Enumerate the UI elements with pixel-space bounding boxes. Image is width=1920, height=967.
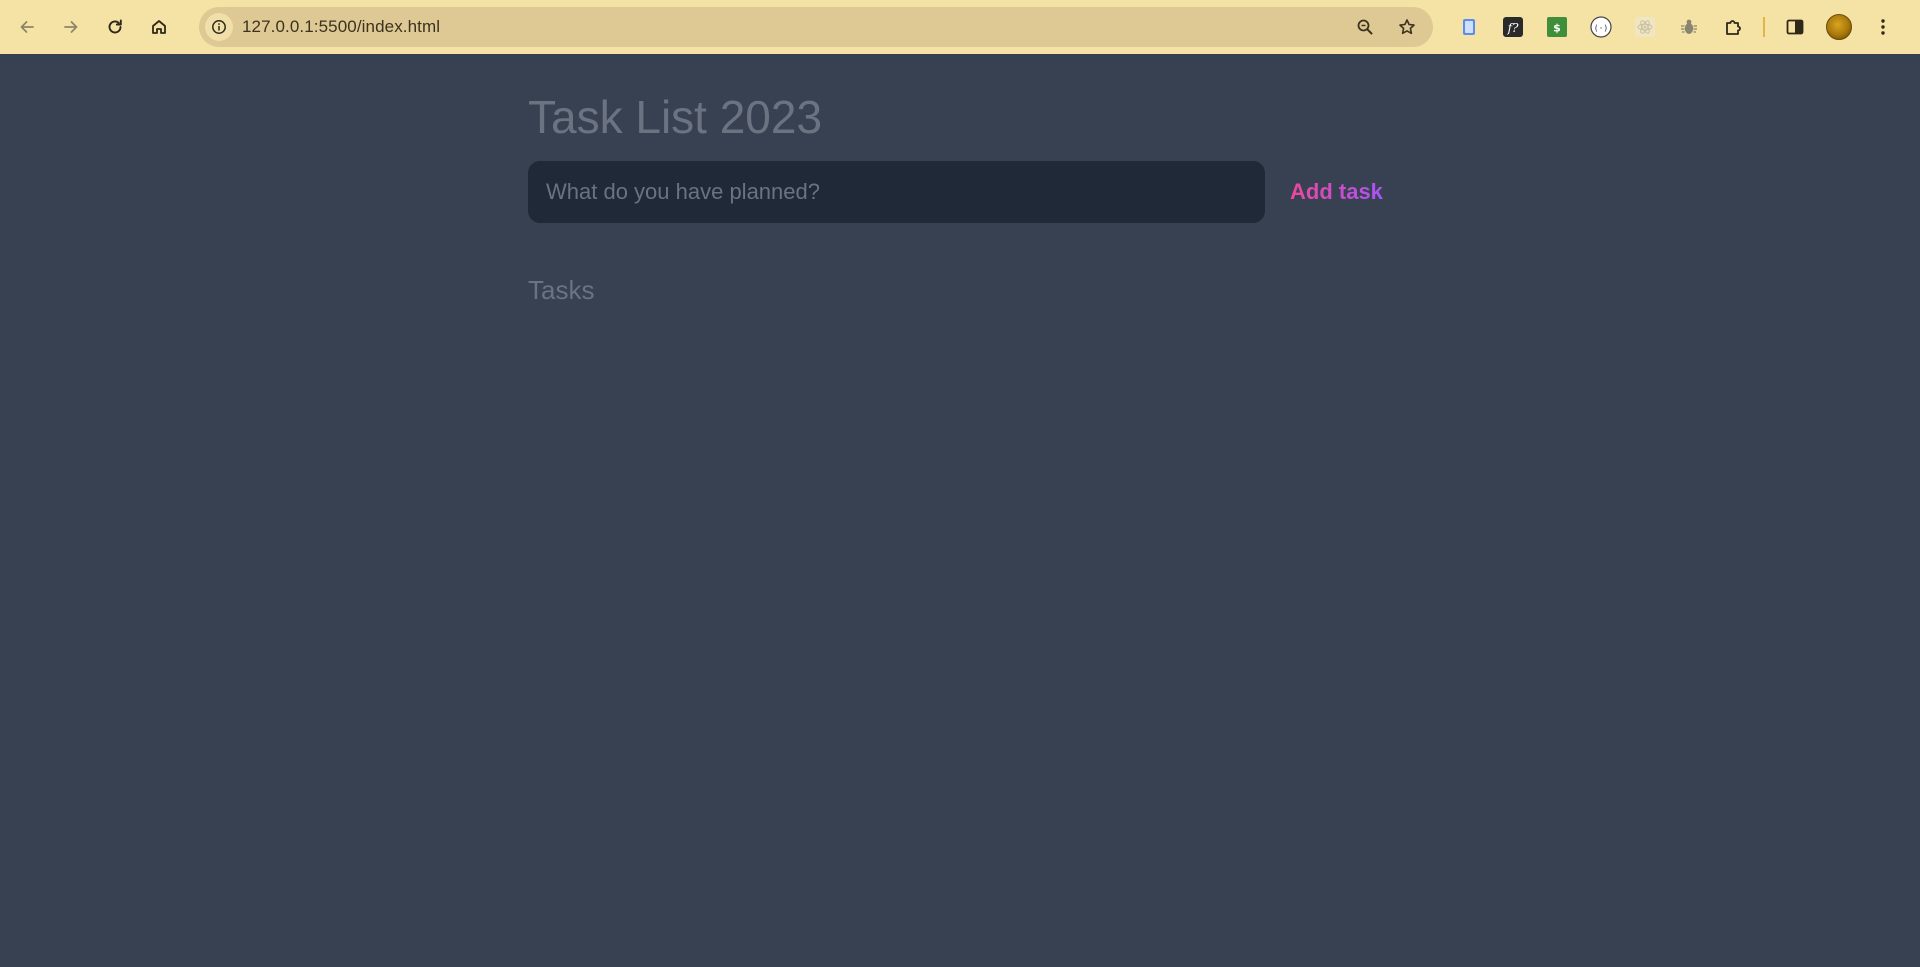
code-extension-icon: (·)	[1590, 16, 1612, 38]
forward-button[interactable]	[53, 9, 89, 45]
svg-text:f?: f?	[1507, 21, 1519, 35]
react-extension-icon	[1635, 17, 1655, 37]
toolbar-divider	[1763, 17, 1765, 37]
home-button[interactable]	[141, 9, 177, 45]
arrow-left-icon	[20, 21, 34, 33]
bug-extension-icon	[1681, 19, 1697, 34]
address-bar[interactable]: 127.0.0.1:5500/index.html	[199, 7, 1433, 47]
back-button[interactable]	[9, 9, 45, 45]
browser-menu-button[interactable]	[1869, 13, 1897, 41]
browser-toolbar: 127.0.0.1:5500/index.html f? $ (·)	[0, 0, 1920, 54]
formula-extension[interactable]: f?	[1499, 13, 1527, 41]
url-text[interactable]: 127.0.0.1:5500/index.html	[242, 17, 440, 37]
kebab-menu-icon	[1881, 19, 1885, 35]
svg-text:(·): (·)	[1594, 24, 1608, 33]
arrow-right-icon	[64, 21, 78, 33]
bookmark-button[interactable]	[1393, 13, 1421, 41]
site-info-button[interactable]	[205, 13, 233, 41]
reload-button[interactable]	[97, 9, 133, 45]
avatar	[1826, 14, 1852, 40]
notes-extension[interactable]	[1455, 13, 1483, 41]
zoom-icon	[1357, 19, 1373, 35]
zoom-button[interactable]	[1351, 13, 1379, 41]
extensions-area: f? $ (·)	[1455, 13, 1897, 41]
notes-extension-icon	[1463, 19, 1475, 35]
side-panel-icon	[1786, 19, 1804, 35]
page-title: Task List 2023	[528, 91, 823, 143]
formula-extension-icon: f?	[1503, 17, 1523, 37]
star-icon	[1399, 19, 1415, 35]
svg-text:$: $	[1553, 22, 1561, 35]
puzzle-icon	[1726, 20, 1741, 35]
home-icon	[152, 20, 166, 34]
dollar-extension-icon: $	[1547, 17, 1567, 37]
dollar-extension[interactable]: $	[1543, 13, 1571, 41]
new-task-form: Add task	[528, 161, 1392, 223]
page-content: Task List 2023 Add task Tasks	[0, 54, 1920, 967]
reload-icon	[108, 19, 122, 34]
side-panel-button[interactable]	[1781, 13, 1809, 41]
code-extension[interactable]: (·)	[1587, 13, 1615, 41]
new-task-input[interactable]	[528, 161, 1265, 223]
info-icon	[212, 20, 226, 34]
tasks-heading: Tasks	[528, 275, 595, 305]
bug-extension[interactable]	[1675, 13, 1703, 41]
react-extension[interactable]	[1631, 13, 1659, 41]
profile-button[interactable]	[1825, 13, 1853, 41]
extensions-menu-button[interactable]	[1719, 13, 1747, 41]
add-task-button[interactable]: Add task	[1290, 161, 1383, 223]
